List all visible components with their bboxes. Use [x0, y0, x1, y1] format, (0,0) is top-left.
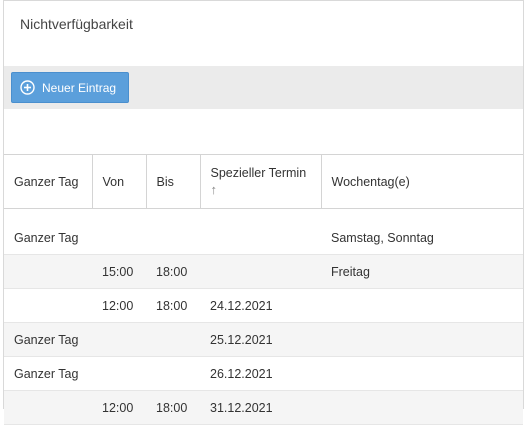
cell-whole-day [4, 254, 92, 289]
cell-weekday: Samstag, Sonntag [321, 221, 523, 255]
table-row[interactable]: 15:00 18:00 Freitag [4, 254, 523, 289]
cell-special-date [200, 221, 321, 255]
cell-whole-day: Ganzer Tag [4, 322, 92, 357]
cell-from: 12:00 [92, 288, 146, 323]
sort-ascending-icon: ↑ [210, 182, 218, 197]
cell-special-date [200, 254, 321, 289]
table-row[interactable]: Ganzer Tag 25.12.2021 [4, 322, 523, 357]
column-header-whole-day[interactable]: Ganzer Tag [4, 154, 92, 209]
table-header-row: Ganzer Tag Von Bis Spezieller Termin ↑ W… [4, 154, 523, 209]
cell-weekday [321, 390, 523, 425]
cell-weekday [321, 288, 523, 323]
cell-from [92, 322, 146, 357]
panel-title: Nichtverfügbarkeit [20, 16, 133, 32]
column-header-label: Von [102, 174, 125, 189]
unavailability-panel: Nichtverfügbarkeit Neuer Eintrag Ganzer … [3, 0, 524, 425]
cell-to: 18:00 [146, 390, 200, 425]
toolbar: Neuer Eintrag [4, 66, 523, 109]
spacer-row [4, 209, 523, 222]
cell-weekday: Freitag [321, 254, 523, 289]
cell-to [146, 322, 200, 357]
table-row[interactable]: 12:00 18:00 24.12.2021 [4, 288, 523, 323]
cell-special-date: 31.12.2021 [200, 390, 321, 425]
column-header-special-date[interactable]: Spezieller Termin ↑ [199, 154, 321, 209]
cell-from [92, 221, 146, 255]
unavailability-table: Ganzer Tag Von Bis Spezieller Termin ↑ W… [4, 154, 523, 425]
cell-to: 18:00 [146, 288, 200, 323]
cell-to [146, 221, 200, 255]
cell-to: 18:00 [146, 254, 200, 289]
column-header-label: Ganzer Tag [14, 174, 79, 189]
cell-to [146, 356, 200, 391]
cell-from: 12:00 [92, 390, 146, 425]
cell-weekday [321, 322, 523, 357]
new-entry-label: Neuer Eintrag [42, 80, 117, 95]
cell-whole-day [4, 288, 92, 323]
table-row[interactable]: Ganzer Tag 26.12.2021 [4, 356, 523, 391]
cell-whole-day [4, 390, 92, 425]
column-header-weekday[interactable]: Wochentag(e) [320, 154, 523, 209]
cell-from [92, 356, 146, 391]
column-header-to[interactable]: Bis [145, 154, 200, 209]
cell-special-date: 25.12.2021 [200, 322, 321, 357]
cell-whole-day: Ganzer Tag [4, 221, 92, 255]
new-entry-button[interactable]: Neuer Eintrag [11, 72, 129, 103]
cell-whole-day: Ganzer Tag [4, 356, 92, 391]
column-header-label: Bis [156, 174, 174, 189]
column-header-label: Wochentag(e) [331, 174, 410, 189]
column-header-label: Spezieller Termin [210, 166, 307, 180]
cell-special-date: 24.12.2021 [200, 288, 321, 323]
column-header-from[interactable]: Von [91, 154, 146, 209]
cell-special-date: 26.12.2021 [200, 356, 321, 391]
table-row[interactable]: Ganzer Tag Samstag, Sonntag [4, 221, 523, 255]
table-row[interactable]: 12:00 18:00 31.12.2021 [4, 390, 523, 425]
cell-weekday [321, 356, 523, 391]
plus-circle-icon [20, 80, 35, 95]
cell-from: 15:00 [92, 254, 146, 289]
